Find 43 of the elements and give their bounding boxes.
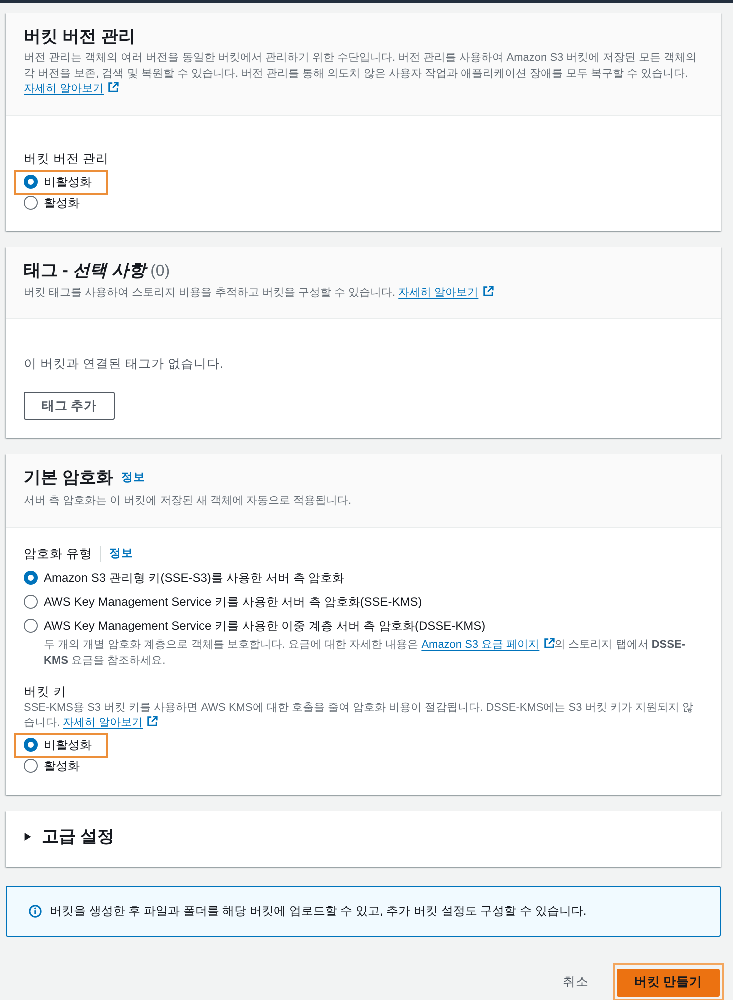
- option-label[interactable]: 활성화: [44, 192, 80, 214]
- external-link-icon: [147, 716, 158, 727]
- section-description: 버킷 태그를 사용하여 스토리지 비용을 추적하고 버킷을 구성할 수 있습니다. 자세히 알아보기: [24, 286, 703, 301]
- info-link[interactable]: 정보: [122, 469, 146, 487]
- empty-message: 이 버킷과 연결된 태그가 없습니다.: [24, 356, 224, 373]
- info-icon: [29, 904, 42, 918]
- field-description: SSE-KMS용 S3 버킷 키를 사용하면 AWS KMS에 대한 호출을 줄여 암호화 비용이 절감됩니다. DSSE-KMS에는 S3 버킷 키가 지원되지 않습니다. 자세히 알아보기: [24, 700, 703, 732]
- alert-text: 버킷을 생성한 후 파일과 폴더를 해당 버킷에 업로드할 수 있고, 추가 버킷 설정도 구성할 수 있습니다.: [50, 902, 587, 920]
- add-tag-button[interactable]: 태그 추가: [24, 392, 115, 420]
- learn-more-link[interactable]: 자세히 알아보기: [63, 716, 158, 732]
- radio-button[interactable]: [24, 175, 38, 189]
- field-label: 버킷 버전 관리: [24, 150, 110, 168]
- radio-button[interactable]: [24, 196, 38, 210]
- section-title: 태그 - 선택 사항: [24, 260, 146, 280]
- option-label[interactable]: 비활성화: [44, 734, 92, 756]
- option-label[interactable]: 비활성화: [44, 172, 92, 192]
- tag-count: (0): [150, 262, 170, 280]
- radio-button[interactable]: [24, 571, 38, 585]
- radio-button[interactable]: [24, 738, 38, 752]
- option-description: 두 개의 개별 암호화 계층으로 객체를 보호합니다. 요금에 대한 자세한 내용은 Amazon S3 요금 페이지 의 스토리지 탭에서 DSSE-KMS 요금을 참조하세요.: [44, 636, 686, 668]
- section-description: 버전 관리는 객체의 여러 버전을 동일한 버킷에서 관리하기 위한 수단입니다. 버전 관리를 사용하여 Amazon S3 버킷에 저장된 모든 객체의 각 버전을 보존, 검색 및 복원할 수 있습니다. 버전 관리를 통해 의도치 않은 사용자 작업과 애플리케이션 장애를 모두 복구할 수 있습니다. 자세히 알아보기: [24, 51, 703, 98]
- option-label[interactable]: AWS Key Management Service 키를 사용한 이중 계층 서버 측 암호화(DSSE-KMS): [44, 616, 486, 636]
- option-label[interactable]: 활성화: [44, 756, 80, 776]
- external-link-icon: [544, 638, 555, 648]
- radio-button[interactable]: [24, 619, 38, 633]
- radio-button[interactable]: [24, 595, 38, 609]
- field-label: 버킷 키: [24, 684, 68, 700]
- field-label: 암호화 유형: [24, 546, 92, 562]
- learn-more-link[interactable]: 자세히 알아보기: [398, 286, 494, 301]
- option-label[interactable]: Amazon S3 관리형 키(SSE-S3)를 사용한 서버 측 암호화: [44, 568, 345, 588]
- section-description: 서버 측 암호화는 이 버킷에 저장된 새 객체에 자동으로 적용됩니다.: [24, 494, 353, 509]
- info-link[interactable]: 정보: [109, 544, 134, 562]
- section-title: 버킷 버전 관리: [24, 26, 136, 48]
- option-label[interactable]: AWS Key Management Service 키를 사용한 서버 측 암호화(SSE-KMS): [44, 592, 422, 612]
- external-link-icon: [108, 82, 120, 93]
- learn-more-link[interactable]: 자세히 알아보기: [24, 82, 120, 98]
- cancel-button[interactable]: 취소: [561, 970, 591, 995]
- external-link-icon: [482, 286, 494, 296]
- pricing-link[interactable]: Amazon S3 요금 페이지: [422, 636, 555, 652]
- create-bucket-button[interactable]: 버킷 만들기: [617, 968, 720, 996]
- section-title: 기본 암호화: [24, 467, 114, 489]
- radio-button[interactable]: [24, 759, 38, 773]
- expand-toggle[interactable]: 고급 설정: [6, 810, 721, 866]
